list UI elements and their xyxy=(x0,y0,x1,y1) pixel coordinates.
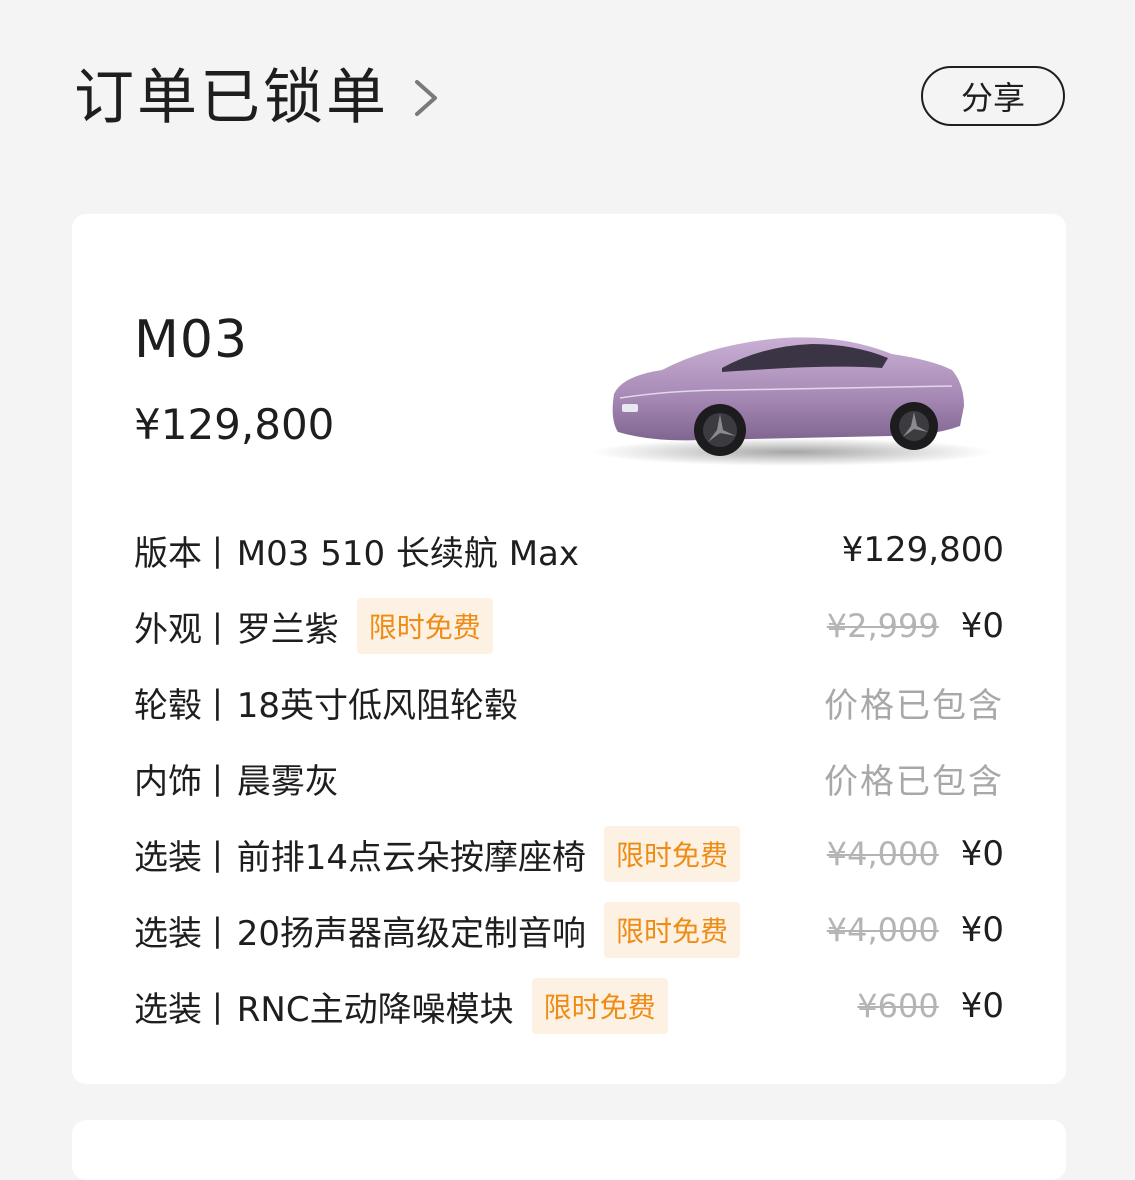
price-included: 价格已包含 xyxy=(824,685,1004,726)
row-price-group: ¥600 ¥0 xyxy=(857,968,1004,1044)
order-status-link[interactable]: 订单已锁单 xyxy=(74,58,451,138)
car-image xyxy=(592,337,992,466)
row-value: RNC主动降噪模块 xyxy=(236,989,514,1030)
row-separator: | xyxy=(212,531,223,569)
row-value: 前排14点云朵按摩座椅 xyxy=(236,837,587,878)
row-value: 罗兰紫 xyxy=(236,609,339,650)
price-included: 价格已包含 xyxy=(824,761,1004,802)
model-price: ¥129,800 xyxy=(134,400,335,449)
config-row-option-seat: 选装 | 前排14点云朵按摩座椅 限时免费 ¥4,000 ¥0 xyxy=(134,816,1004,892)
row-label: 选装 xyxy=(134,913,202,954)
config-list: 版本 | M03 510 长续航 Max ¥129,800 外观 | 罗兰紫 限… xyxy=(134,512,1004,1044)
config-row-exterior: 外观 | 罗兰紫 限时免费 ¥2,999 ¥0 xyxy=(134,588,1004,664)
row-label: 轮毂 xyxy=(134,685,202,726)
row-price-group: 价格已包含 xyxy=(824,664,1004,740)
config-row-wheels: 轮毂 | 18英寸低风阻轮毂 价格已包含 xyxy=(134,664,1004,740)
row-price: ¥0 xyxy=(960,910,1004,950)
order-summary-card: M03 ¥129,800 版本 | M03 510 长续航 Max ¥129,8… xyxy=(72,214,1066,1084)
page-title: 订单已锁单 xyxy=(74,63,389,133)
row-separator: | xyxy=(212,835,223,873)
next-card xyxy=(72,1120,1066,1180)
original-price: ¥2,999 xyxy=(826,607,939,645)
row-value: 20扬声器高级定制音响 xyxy=(236,913,587,954)
model-name: M03 xyxy=(134,310,249,370)
free-tag: 限时免费 xyxy=(604,826,741,882)
row-price-group: ¥4,000 ¥0 xyxy=(827,816,1004,892)
config-row-version: 版本 | M03 510 长续航 Max ¥129,800 xyxy=(134,512,1004,588)
row-price: ¥0 xyxy=(960,834,1004,874)
original-price: ¥4,000 xyxy=(826,911,939,949)
original-price: ¥600 xyxy=(857,987,939,1025)
row-separator: | xyxy=(212,607,223,645)
config-row-option-rnc: 选装 | RNC主动降噪模块 限时免费 ¥600 ¥0 xyxy=(134,968,1004,1044)
row-separator: | xyxy=(212,987,223,1025)
row-price-group: ¥4,000 ¥0 xyxy=(827,892,1004,968)
page-header: 订单已锁单 分享 xyxy=(74,58,1065,138)
free-tag: 限时免费 xyxy=(356,598,493,654)
free-tag: 限时免费 xyxy=(604,902,741,958)
row-label: 选装 xyxy=(134,989,202,1030)
row-value: 晨雾灰 xyxy=(236,761,339,802)
row-label: 版本 xyxy=(134,533,202,574)
row-label: 选装 xyxy=(134,837,202,878)
row-price: ¥129,800 xyxy=(841,530,1004,570)
row-value: M03 510 长续航 Max xyxy=(236,533,579,574)
row-price: ¥0 xyxy=(960,606,1004,646)
original-price: ¥4,000 xyxy=(826,835,939,873)
row-price: ¥0 xyxy=(960,986,1004,1026)
row-price-group: 价格已包含 xyxy=(824,740,1004,816)
row-price-group: ¥129,800 xyxy=(842,512,1004,588)
chevron-right-icon xyxy=(411,78,451,118)
share-button[interactable]: 分享 xyxy=(921,66,1065,126)
row-separator: | xyxy=(212,683,223,721)
row-price-group: ¥2,999 ¥0 xyxy=(827,588,1004,664)
config-row-option-audio: 选装 | 20扬声器高级定制音响 限时免费 ¥4,000 ¥0 xyxy=(134,892,1004,968)
row-label: 外观 xyxy=(134,609,202,650)
row-separator: | xyxy=(212,911,223,949)
row-value: 18英寸低风阻轮毂 xyxy=(236,685,519,726)
free-tag: 限时免费 xyxy=(531,978,668,1034)
row-separator: | xyxy=(212,759,223,797)
row-label: 内饰 xyxy=(134,761,202,802)
config-row-interior: 内饰 | 晨雾灰 价格已包含 xyxy=(134,740,1004,816)
